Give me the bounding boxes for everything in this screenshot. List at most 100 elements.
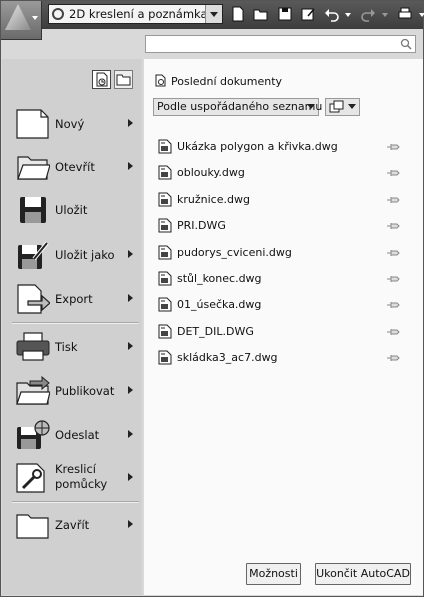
menu-item-publish[interactable]: Publikovat <box>2 371 142 411</box>
menu-item-open[interactable]: Otevřít <box>2 147 142 187</box>
undo-icon[interactable] <box>324 6 340 22</box>
chevron-right-icon <box>128 473 133 481</box>
recent-file-name: skládka3_ac7.dwg <box>177 351 278 365</box>
gear-icon <box>52 8 64 20</box>
menu-label: Uložit <box>55 203 88 217</box>
recent-file-name: 01_úsečka.dwg <box>177 298 262 312</box>
dwg-file-icon <box>158 271 172 286</box>
display-mode-dropdown[interactable] <box>325 98 360 116</box>
menu-item-save[interactable]: Uložit <box>2 190 142 230</box>
recent-file-name: oblouky.dwg <box>177 166 245 180</box>
sort-order-dropdown[interactable]: Podle uspořádaného seznamu <box>153 98 323 116</box>
pin-icon[interactable] <box>386 248 400 258</box>
recent-documents-icon <box>155 74 166 87</box>
undo-dropdown-icon[interactable] <box>340 6 351 22</box>
menu-label-line2: pomůcky <box>55 477 108 491</box>
chevron-right-icon <box>128 162 133 170</box>
chevron-right-icon <box>128 119 133 127</box>
sort-order-value: Podle uspořádaného seznamu <box>157 100 323 113</box>
menu-label-line1: Kreslicí <box>55 462 96 476</box>
recent-file-item[interactable]: skládka3_ac7.dwg <box>158 348 418 368</box>
icon-view-icon <box>329 100 344 113</box>
pin-icon[interactable] <box>386 300 400 310</box>
recent-file-item[interactable]: kružnice.dwg <box>158 190 418 210</box>
open-documents-toggle[interactable] <box>114 70 133 89</box>
pin-icon[interactable] <box>386 274 400 284</box>
menu-label: Export <box>55 292 93 306</box>
exit-autocad-button[interactable]: Ukončit AutoCAD <box>315 563 411 585</box>
dwg-file-icon <box>158 324 172 339</box>
plot-icon[interactable] <box>397 6 413 22</box>
new-file-icon <box>16 108 50 140</box>
menu-divider <box>12 322 139 324</box>
recent-file-item[interactable]: DET_DIL.DWG <box>158 322 418 342</box>
save-icon[interactable] <box>277 6 293 22</box>
application-button[interactable] <box>1 1 42 40</box>
chevron-down-icon <box>348 104 356 109</box>
menu-item-drawing-utilities[interactable]: Kreslicí pomůcky <box>2 458 142 498</box>
menu-label: Uložit jako <box>55 248 115 262</box>
menu-label: Otevřít <box>55 160 95 174</box>
menu-item-send[interactable]: Odeslat <box>2 415 142 455</box>
workspace-dropdown[interactable]: 2D kreslení a poznámka <box>48 4 223 24</box>
recent-file-item[interactable]: Ukázka polygon a křivka.dwg <box>158 137 418 157</box>
pin-icon[interactable] <box>386 142 400 152</box>
chevron-down-icon <box>205 5 222 23</box>
save-as-icon[interactable] <box>300 6 316 22</box>
recent-documents-toggle[interactable] <box>92 70 111 89</box>
pin-icon[interactable] <box>386 353 400 363</box>
pin-icon[interactable] <box>386 195 400 205</box>
dwg-file-icon <box>158 245 172 260</box>
publish-icon <box>16 375 50 407</box>
recent-file-item[interactable]: PRI.DWG <box>158 216 418 236</box>
close-folder-icon <box>16 509 50 541</box>
open-documents-icon <box>116 74 131 86</box>
pin-icon[interactable] <box>386 221 400 231</box>
recent-file-name: Ukázka polygon a křivka.dwg <box>177 140 338 153</box>
chevron-right-icon <box>128 520 133 528</box>
search-input[interactable] <box>145 35 416 53</box>
recent-file-name: DET_DIL.DWG <box>177 324 254 338</box>
dwg-file-icon <box>158 297 172 312</box>
menu-item-close[interactable]: Zavřít <box>2 505 142 545</box>
recent-documents-panel: Poslední dokumenty Podle uspořádaného se… <box>144 59 423 595</box>
menu-label: Zavřít <box>55 518 90 532</box>
menu-item-print[interactable]: Tisk <box>2 327 142 367</box>
recent-file-item[interactable]: pudorys_cviceni.dwg <box>158 243 418 263</box>
recent-file-item[interactable]: 01_úsečka.dwg <box>158 295 418 315</box>
autocad-logo-icon <box>5 4 31 30</box>
menu-item-export[interactable]: Export <box>2 279 142 319</box>
menu-item-save-as[interactable]: Uložit jako <box>2 235 142 275</box>
dwg-file-icon <box>158 165 172 180</box>
new-icon[interactable] <box>230 6 246 22</box>
send-icon <box>16 419 50 451</box>
dwg-file-icon <box>158 350 172 365</box>
pin-icon[interactable] <box>386 168 400 178</box>
recent-file-name: kružnice.dwg <box>177 192 250 206</box>
save-as-icon <box>16 239 50 271</box>
chevron-right-icon <box>128 430 133 438</box>
chevron-right-icon <box>128 250 133 258</box>
qa-more-icon[interactable] <box>414 6 424 22</box>
open-icon[interactable] <box>253 6 269 22</box>
recent-file-item[interactable]: stůl_konec.dwg <box>158 269 418 289</box>
open-folder-icon <box>16 151 50 183</box>
chevron-right-icon <box>128 386 133 394</box>
redo-icon[interactable] <box>360 6 376 22</box>
quick-access-toolbar: 2D kreslení a poznámka <box>1 1 424 29</box>
pin-icon[interactable] <box>386 327 400 337</box>
recent-documents-icon <box>96 72 108 87</box>
app-menu-commands: Nový Otevřít Uložit Uložit jako Export T… <box>2 59 142 595</box>
menu-divider <box>12 501 139 503</box>
options-button[interactable]: Možnosti <box>246 563 301 585</box>
recent-documents-title: Poslední dokumenty <box>171 75 283 88</box>
export-icon <box>16 283 50 315</box>
recent-file-item[interactable]: oblouky.dwg <box>158 163 418 183</box>
application-menu: 2D kreslení a poznámka Nový Otevřít Ulož… <box>0 0 424 597</box>
menu-item-new[interactable]: Nový <box>2 104 142 144</box>
redo-dropdown-icon[interactable] <box>377 6 388 22</box>
menu-label: Publikovat <box>55 384 115 398</box>
chevron-right-icon <box>128 342 133 350</box>
recent-file-name: PRI.DWG <box>177 219 226 233</box>
chevron-right-icon <box>128 294 133 302</box>
